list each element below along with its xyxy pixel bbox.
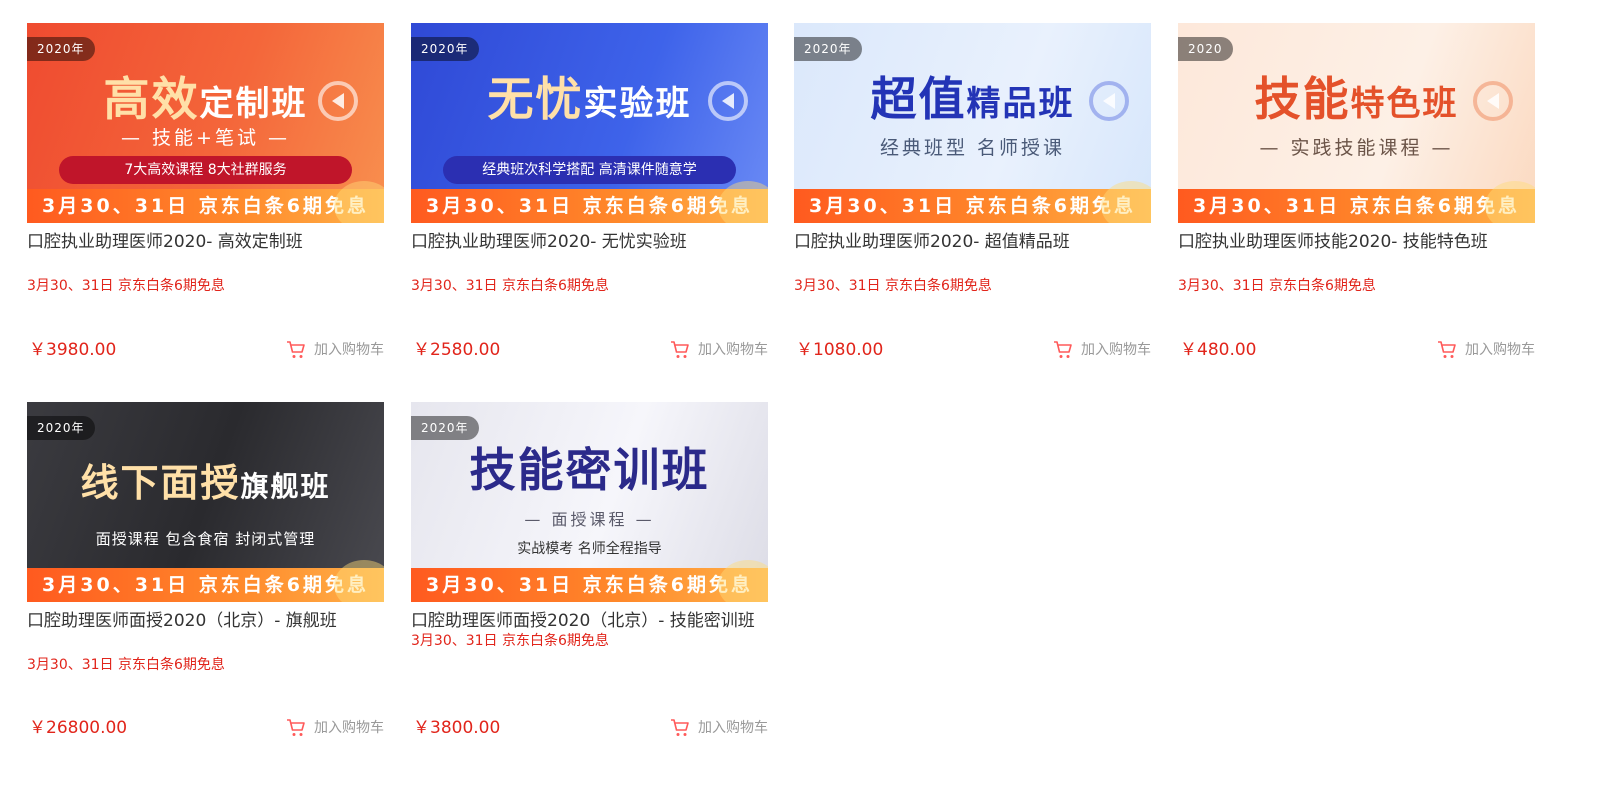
- product-price: ￥3980.00: [29, 340, 117, 360]
- add-to-cart-label: 加入购物车: [314, 720, 384, 736]
- add-to-cart-label: 加入购物车: [1081, 342, 1151, 358]
- product-grid: 2020年 高效定制班 — 技能+笔试 — 7大高效课程 8大社群服务 3月30…: [0, 0, 1607, 791]
- add-to-cart-label: 加入购物车: [1465, 342, 1535, 358]
- price-row: ￥26800.00 加入购物车: [27, 716, 384, 740]
- product-title[interactable]: 口腔执业助理医师技能2020- 技能特色班: [1178, 231, 1535, 275]
- add-to-cart-button[interactable]: 加入购物车: [1053, 338, 1151, 362]
- promo-text: 3月30、31日 京东白条6期免息: [411, 633, 609, 649]
- play-icon: [1473, 81, 1513, 121]
- banner-headline: 线下面授旗舰班: [80, 461, 331, 505]
- banner-promo-strip: 3月30、31日 京东白条6期免息: [411, 181, 768, 223]
- product-price: ￥1080.00: [796, 340, 884, 360]
- banner-promo-strip: 3月30、31日 京东白条6期免息: [1178, 181, 1535, 223]
- banner-subtitle: — 技能+笔试 —: [121, 127, 290, 149]
- price-row: ￥3980.00 加入购物车: [27, 338, 384, 362]
- year-badge: 2020年: [794, 37, 862, 61]
- banner-subtitle: 面授课程 包含食宿 封闭式管理: [95, 530, 316, 548]
- cart-icon: [671, 719, 689, 736]
- banner-promo-strip: 3月30、31日 京东白条6期免息: [27, 181, 384, 223]
- play-icon: [318, 81, 358, 121]
- product-banner[interactable]: 2020年 高效定制班 — 技能+笔试 — 7大高效课程 8大社群服务 3月30…: [27, 23, 384, 223]
- promo-text: 3月30、31日 京东白条6期免息: [411, 278, 609, 294]
- add-to-cart-label: 加入购物车: [698, 720, 768, 736]
- add-to-cart-label: 加入购物车: [698, 342, 768, 358]
- add-to-cart-button[interactable]: 加入购物车: [286, 716, 384, 740]
- banner-headline: 技能密训班: [469, 443, 710, 497]
- add-to-cart-button[interactable]: 加入购物车: [1437, 338, 1535, 362]
- product-banner[interactable]: 2020 技能特色班 — 实践技能课程 — 3月30、31日 京东白条6期免息: [1178, 23, 1535, 223]
- product-banner[interactable]: 2020年 技能密训班 — 面授课程 — 实战模考 名师全程指导 3月30、31…: [411, 402, 768, 602]
- product-card[interactable]: 2020年 超值精品班 经典班型 名师授课 3月30、31日 京东白条6期免息 …: [794, 23, 1151, 360]
- play-icon: [708, 81, 748, 121]
- banner-pill: 经典班次科学搭配 高清课件随意学: [443, 156, 736, 184]
- product-title[interactable]: 口腔执业助理医师2020- 超值精品班: [794, 231, 1151, 275]
- add-to-cart-label: 加入购物车: [314, 342, 384, 358]
- product-card[interactable]: 2020年 高效定制班 — 技能+笔试 — 7大高效课程 8大社群服务 3月30…: [27, 23, 384, 360]
- year-badge: 2020年: [27, 37, 95, 61]
- promo-text: 3月30、31日 京东白条6期免息: [27, 278, 225, 294]
- year-badge: 2020年: [27, 416, 95, 440]
- add-to-cart-button[interactable]: 加入购物车: [670, 338, 768, 362]
- banner-subtitle: — 面授课程 —: [524, 510, 655, 529]
- product-price: ￥2580.00: [413, 340, 501, 360]
- banner-promo-strip: 3月30、31日 京东白条6期免息: [411, 560, 768, 602]
- cart-icon: [287, 341, 305, 358]
- product-title[interactable]: 口腔助理医师面授2020（北京）- 旗舰班: [27, 610, 384, 654]
- add-to-cart-button[interactable]: 加入购物车: [286, 338, 384, 362]
- product-price: ￥3800.00: [413, 718, 501, 738]
- product-card[interactable]: 2020年 无忧实验班 经典班次科学搭配 高清课件随意学 3月30、31日 京东…: [411, 23, 768, 360]
- promo-text: 3月30、31日 京东白条6期免息: [794, 278, 992, 294]
- product-title[interactable]: 口腔执业助理医师2020- 高效定制班: [27, 231, 384, 275]
- cart-icon: [1438, 341, 1456, 358]
- product-card[interactable]: 2020年 线下面授旗舰班 面授课程 包含食宿 封闭式管理 3月30、31日 京…: [27, 402, 384, 738]
- year-badge: 2020年: [411, 37, 479, 61]
- price-row: ￥3800.00 加入购物车: [411, 716, 768, 740]
- product-price: ￥480.00: [1180, 340, 1257, 360]
- product-title[interactable]: 口腔执业助理医师2020- 无忧实验班: [411, 231, 768, 275]
- product-card[interactable]: 2020年 技能密训班 — 面授课程 — 实战模考 名师全程指导 3月30、31…: [411, 402, 768, 738]
- play-icon: [1089, 81, 1129, 121]
- year-badge: 2020年: [411, 416, 479, 440]
- banner-subtitle: 经典班型 名师授课: [879, 137, 1066, 159]
- product-card[interactable]: 2020 技能特色班 — 实践技能课程 — 3月30、31日 京东白条6期免息 …: [1178, 23, 1535, 360]
- banner-subtitle-2: 实战模考 名师全程指导: [517, 541, 662, 557]
- price-row: ￥2580.00 加入购物车: [411, 338, 768, 362]
- banner-subtitle: — 实践技能课程 —: [1259, 137, 1454, 159]
- product-banner[interactable]: 2020年 超值精品班 经典班型 名师授课 3月30、31日 京东白条6期免息: [794, 23, 1151, 223]
- price-row: ￥480.00 加入购物车: [1178, 338, 1535, 362]
- product-banner[interactable]: 2020年 线下面授旗舰班 面授课程 包含食宿 封闭式管理 3月30、31日 京…: [27, 402, 384, 602]
- cart-icon: [287, 719, 305, 736]
- year-badge: 2020: [1178, 37, 1233, 61]
- price-row: ￥1080.00 加入购物车: [794, 338, 1151, 362]
- promo-text: 3月30、31日 京东白条6期免息: [1178, 278, 1376, 294]
- banner-pill: 7大高效课程 8大社群服务: [59, 156, 352, 184]
- add-to-cart-button[interactable]: 加入购物车: [670, 716, 768, 740]
- product-banner[interactable]: 2020年 无忧实验班 经典班次科学搭配 高清课件随意学 3月30、31日 京东…: [411, 23, 768, 223]
- promo-text: 3月30、31日 京东白条6期免息: [27, 657, 225, 673]
- cart-icon: [1054, 341, 1072, 358]
- cart-icon: [671, 341, 689, 358]
- banner-promo-strip: 3月30、31日 京东白条6期免息: [794, 181, 1151, 223]
- product-price: ￥26800.00: [29, 718, 128, 738]
- banner-promo-strip: 3月30、31日 京东白条6期免息: [27, 560, 384, 602]
